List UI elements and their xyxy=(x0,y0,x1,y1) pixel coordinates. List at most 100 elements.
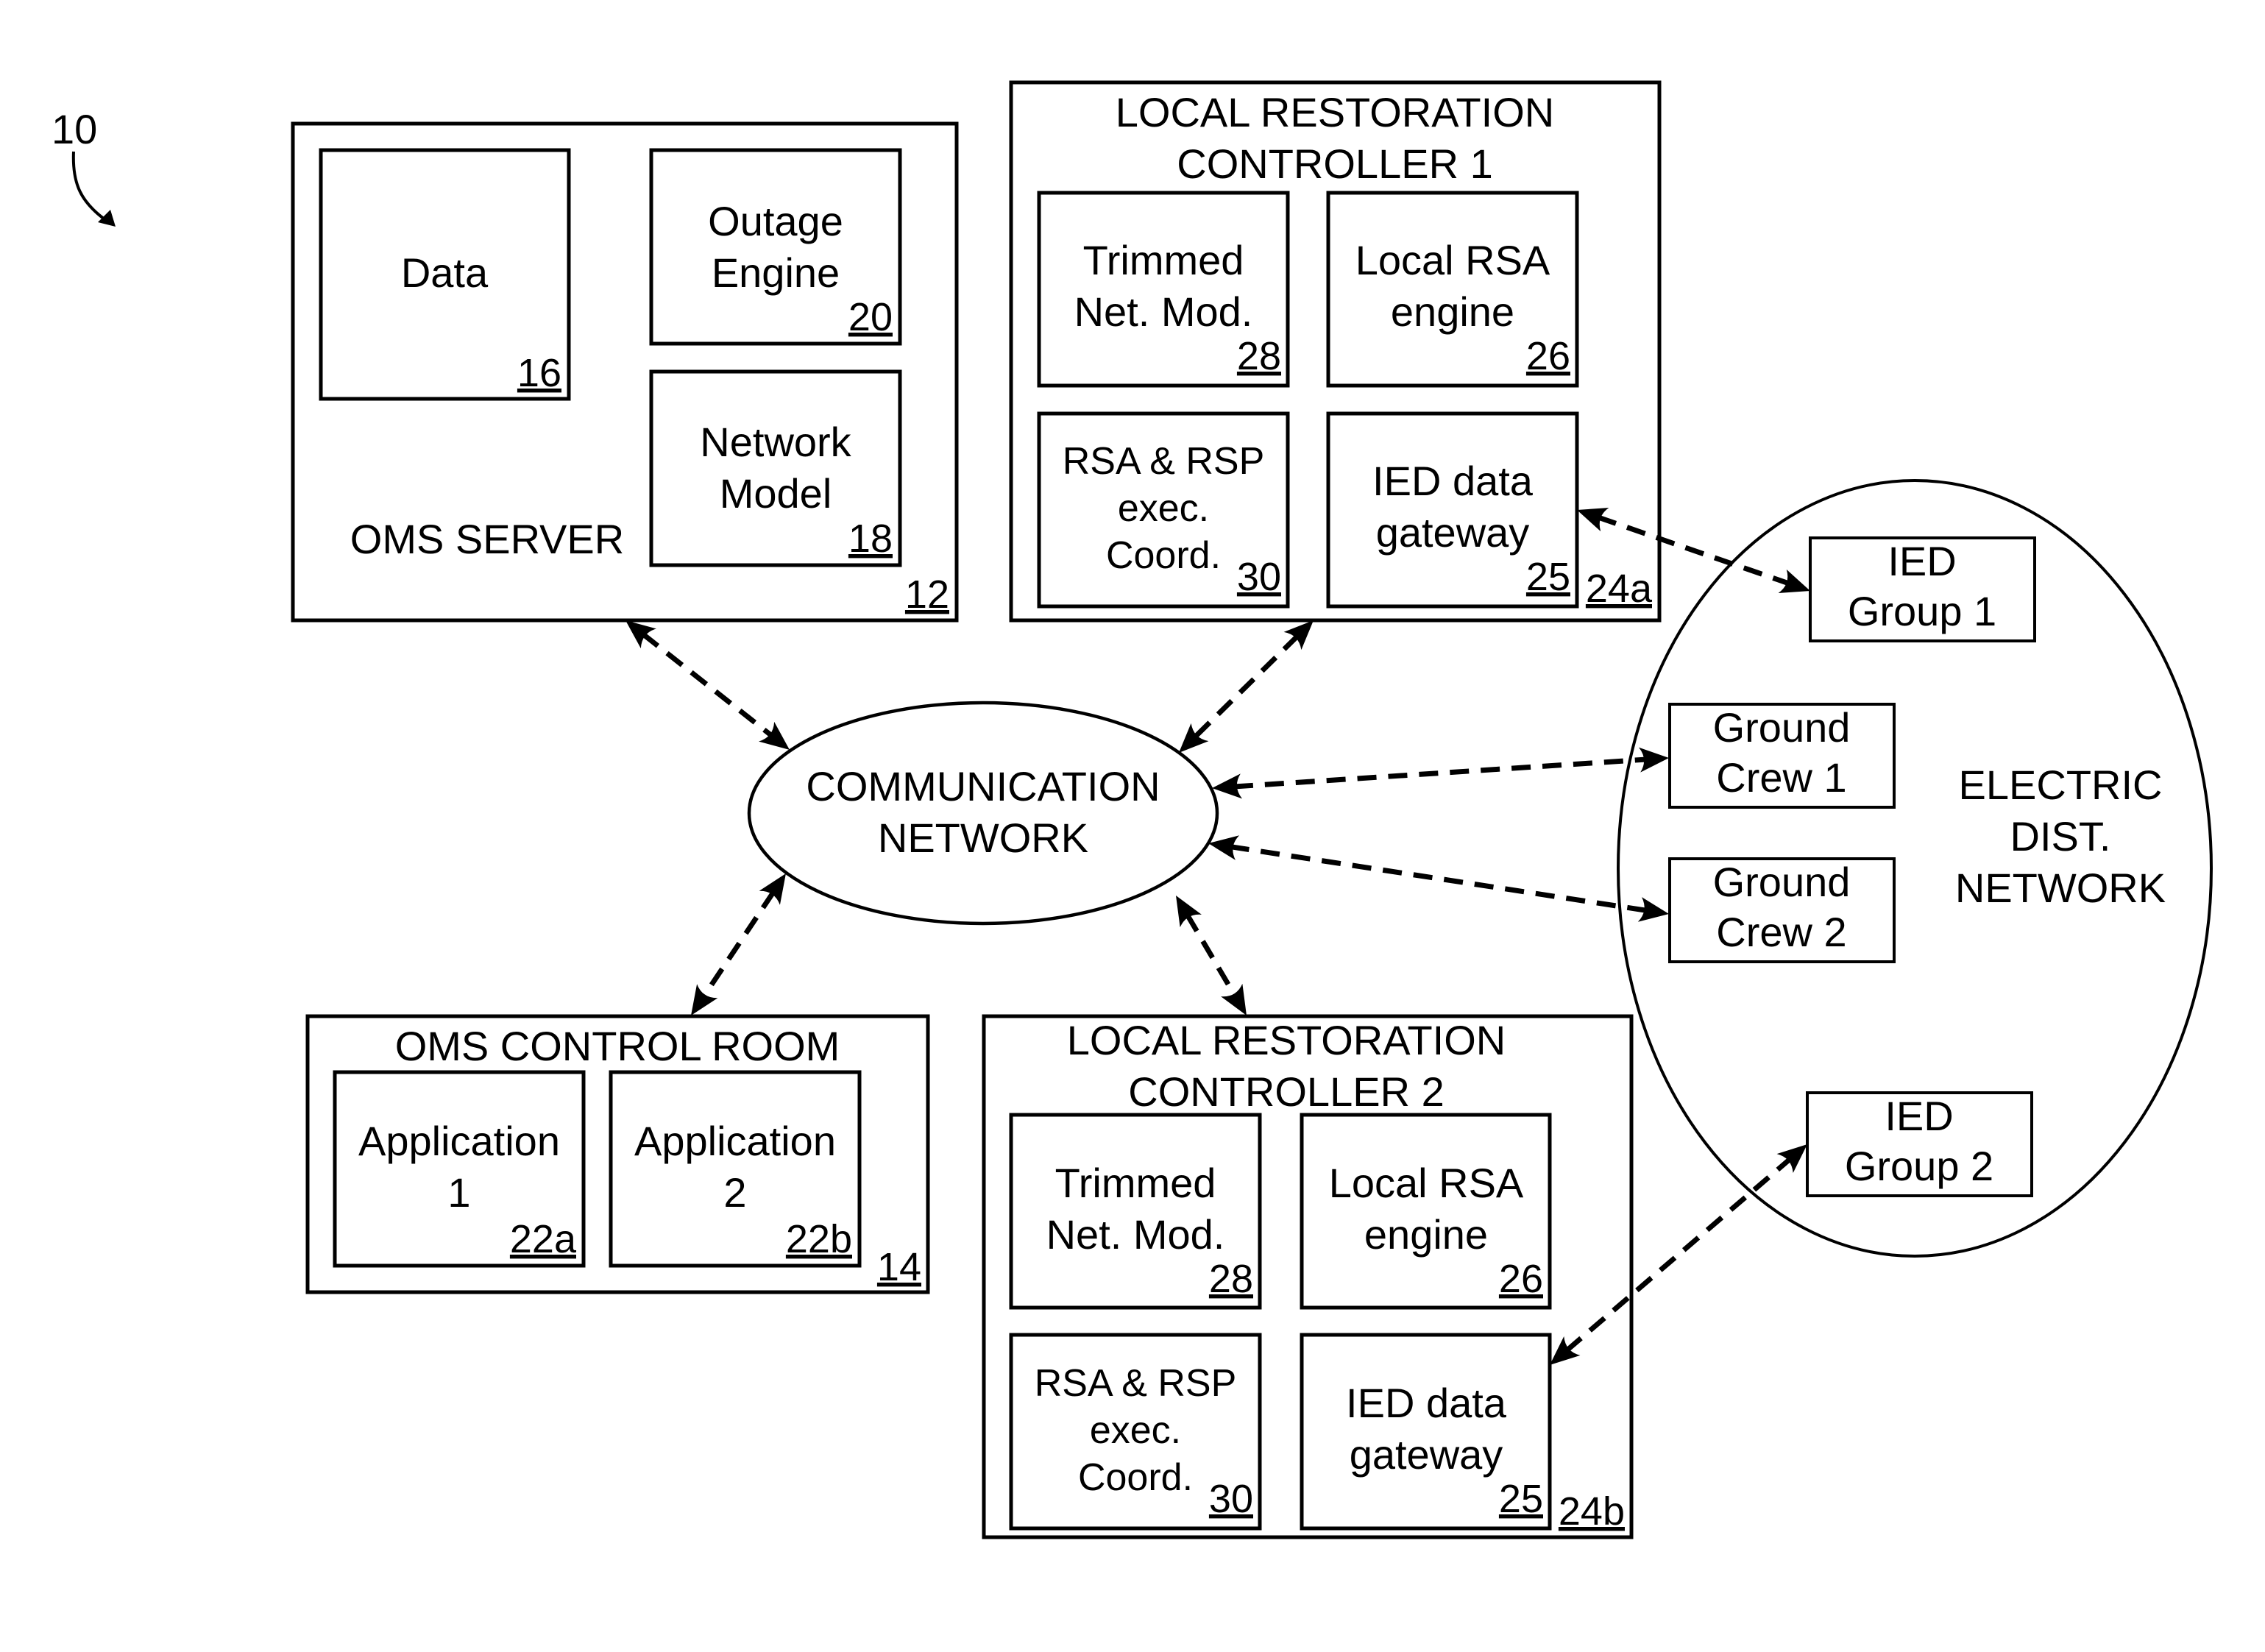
lrc1-ied-gateway-line2: gateway xyxy=(1376,509,1530,556)
ied-group-1-line1: IED xyxy=(1888,538,1956,584)
electric-network-line1: ELECTRIC xyxy=(1959,762,2163,808)
connector-oms-server-to-communication-network xyxy=(641,631,774,739)
lrc2-ref: 24b xyxy=(1559,1489,1625,1534)
figure-number: 10 xyxy=(52,106,97,152)
lrc1-local-rsa-line2: engine xyxy=(1391,288,1514,335)
lrc2-local-rsa-ref: 26 xyxy=(1499,1257,1543,1301)
application-2-line1: Application xyxy=(634,1118,836,1164)
lrc1-trimmed-line1: Trimmed xyxy=(1083,237,1244,283)
lrc1-trimmed-net-mod[interactable]: Trimmed Net. Mod. 28 xyxy=(1037,191,1290,388)
connector-communication-network-to-ground-crew2 xyxy=(1230,844,1648,913)
connector-communication-network-to-ground-crew1 xyxy=(1233,756,1648,790)
lrc1-local-rsa-line1: Local RSA xyxy=(1355,237,1550,283)
lrc1-rsa-rsp-line3: Coord. xyxy=(1106,534,1221,577)
lrc1-rsa-rsp-line1: RSA & RSP xyxy=(1063,440,1265,483)
lrc1-rsa-rsp-ref: 30 xyxy=(1237,555,1281,599)
lrc2-trimmed-line1: Trimmed xyxy=(1055,1160,1216,1206)
lrc1-rsa-rsp-line2: exec. xyxy=(1118,487,1209,530)
lrc2-local-rsa-line2: engine xyxy=(1364,1211,1488,1258)
ied-group-1[interactable]: IED Group 1 xyxy=(1809,536,2036,642)
application-2-line2: 2 xyxy=(723,1169,746,1216)
electric-network-line3: NETWORK xyxy=(1955,865,2166,911)
arrowhead-icon xyxy=(1176,896,1202,928)
local-restoration-controller-1[interactable]: LOCAL RESTORATION CONTROLLER 1 Trimmed N… xyxy=(1009,80,1662,623)
ground-crew-2-line2: Crew 2 xyxy=(1716,909,1846,955)
lrc1-local-rsa-ref: 26 xyxy=(1526,334,1570,378)
local-restoration-controller-2[interactable]: LOCAL RESTORATION CONTROLLER 2 Trimmed N… xyxy=(982,1014,1634,1539)
lrc1-title-line2: CONTROLLER 1 xyxy=(1177,141,1492,187)
lrc2-ied-gateway-line1: IED data xyxy=(1346,1380,1507,1426)
lrc1-ied-data-gateway[interactable]: IED data gateway 25 xyxy=(1326,411,1579,609)
oms-server-ref: 12 xyxy=(905,572,949,617)
connector-communication-network-to-lrc2 xyxy=(1185,913,1238,998)
connector-lrc1-to-communication-network xyxy=(1192,634,1300,740)
application-2[interactable]: Application 2 22b xyxy=(609,1070,862,1268)
ied-group-1-line2: Group 1 xyxy=(1848,588,1996,634)
arrowhead-icon xyxy=(759,873,786,905)
lrc1-trimmed-ref: 28 xyxy=(1237,334,1281,378)
ied-group-2-line2: Group 2 xyxy=(1845,1143,1993,1189)
outage-engine-ref: 20 xyxy=(848,295,893,339)
lrc2-title-line1: LOCAL RESTORATION xyxy=(1067,1017,1506,1063)
arrowhead-icon xyxy=(1221,983,1247,1015)
application-1-line1: Application xyxy=(358,1118,560,1164)
lrc2-ied-gateway-ref: 25 xyxy=(1499,1477,1543,1521)
arrowhead-icon xyxy=(759,721,790,750)
ground-crew-1[interactable]: Ground Crew 1 xyxy=(1668,703,1896,809)
ground-crew-1-line1: Ground xyxy=(1713,704,1851,751)
ground-crew-2[interactable]: Ground Crew 2 xyxy=(1668,857,1896,963)
figure-reference: 10 xyxy=(52,106,116,227)
lrc2-title-line2: CONTROLLER 2 xyxy=(1128,1068,1444,1115)
lrc1-ied-gateway-line1: IED data xyxy=(1372,458,1534,504)
oms-control-room-ref: 14 xyxy=(877,1245,921,1289)
electric-distribution-network[interactable]: ELECTRIC DIST. NETWORK IED Group 1 Groun… xyxy=(1617,479,2213,1258)
oms-control-room-title: OMS CONTROL ROOM xyxy=(395,1023,840,1069)
application-1-ref: 22a xyxy=(510,1217,577,1261)
data-label: Data xyxy=(401,249,489,296)
lrc2-rsa-rsp-line3: Coord. xyxy=(1078,1456,1193,1499)
lrc2-local-rsa-line1: Local RSA xyxy=(1329,1160,1524,1206)
lrc1-trimmed-line2: Net. Mod. xyxy=(1074,288,1253,335)
ground-crew-2-line1: Ground xyxy=(1713,859,1851,905)
connector-communication-network-to-oms-control-room xyxy=(701,890,776,999)
network-model-label-line1: Network xyxy=(700,419,851,465)
lrc2-local-rsa-engine[interactable]: Local RSA engine 26 xyxy=(1300,1113,1552,1310)
application-2-ref: 22b xyxy=(786,1217,852,1261)
communication-network-ellipse xyxy=(747,701,1219,926)
application-1[interactable]: Application 1 22a xyxy=(333,1070,586,1268)
system-diagram: 10 Data 16 Outage Engine 20 Network Mode… xyxy=(52,80,2213,1539)
lrc2-rsa-rsp-ref: 30 xyxy=(1209,1477,1253,1521)
outage-engine-label-line2: Engine xyxy=(712,249,840,296)
communication-network[interactable]: COMMUNICATION NETWORK xyxy=(747,701,1219,926)
ied-group-2-line1: IED xyxy=(1885,1093,1953,1139)
lrc2-trimmed-line2: Net. Mod. xyxy=(1046,1211,1225,1258)
oms-server[interactable]: Data 16 Outage Engine 20 Network Model 1… xyxy=(291,121,959,623)
lrc2-ied-gateway-line2: gateway xyxy=(1350,1431,1503,1478)
application-1-line2: 1 xyxy=(447,1169,470,1216)
ied-group-2[interactable]: IED Group 2 xyxy=(1806,1091,2033,1197)
lrc2-trimmed-net-mod[interactable]: Trimmed Net. Mod. 28 xyxy=(1009,1113,1262,1310)
data-block[interactable]: Data 16 xyxy=(319,148,571,401)
network-model-block[interactable]: Network Model 18 xyxy=(649,369,902,567)
arrowhead-icon xyxy=(691,984,718,1015)
data-ref: 16 xyxy=(517,351,561,395)
lrc1-rsa-rsp-coordinator[interactable]: RSA & RSP exec. Coord. 30 xyxy=(1037,411,1290,609)
lrc2-rsa-rsp-line1: RSA & RSP xyxy=(1035,1362,1237,1405)
lrc1-title-line1: LOCAL RESTORATION xyxy=(1116,89,1554,135)
communication-network-line2: NETWORK xyxy=(878,815,1088,861)
lrc2-trimmed-ref: 28 xyxy=(1209,1257,1253,1301)
network-model-label-line2: Model xyxy=(720,470,832,517)
electric-network-line2: DIST. xyxy=(2010,813,2111,859)
oms-server-title: OMS SERVER xyxy=(350,516,624,562)
lrc1-local-rsa-engine[interactable]: Local RSA engine 26 xyxy=(1326,191,1579,388)
lrc1-ref: 24a xyxy=(1586,567,1653,611)
figure-pointer-arrowhead-icon xyxy=(98,210,116,227)
oms-control-room[interactable]: OMS CONTROL ROOM Application 1 22a Appli… xyxy=(305,1014,930,1294)
lrc2-rsa-rsp-line2: exec. xyxy=(1090,1409,1181,1452)
ground-crew-1-line2: Crew 1 xyxy=(1716,754,1846,801)
lrc1-ied-gateway-ref: 25 xyxy=(1526,555,1570,599)
outage-engine-label-line1: Outage xyxy=(708,198,843,244)
lrc2-rsa-rsp-coordinator[interactable]: RSA & RSP exec. Coord. 30 xyxy=(1009,1333,1262,1531)
lrc2-ied-data-gateway[interactable]: IED data gateway 25 xyxy=(1300,1333,1552,1531)
outage-engine-block[interactable]: Outage Engine 20 xyxy=(649,148,902,346)
